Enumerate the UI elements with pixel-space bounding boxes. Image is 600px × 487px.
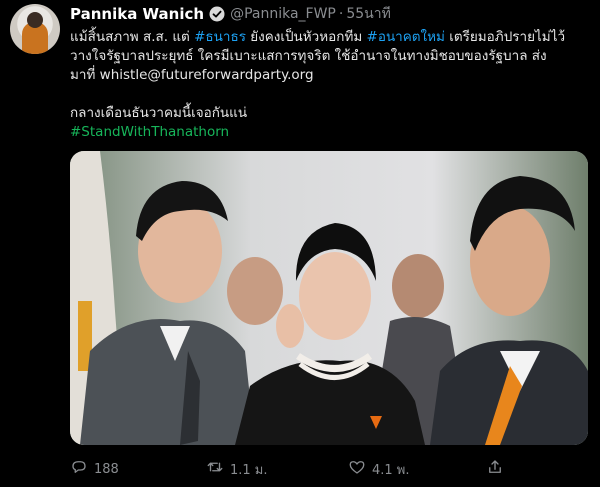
tweet-text: แม้สิ้นสภาพ ส.ส. แต่ #ธนาธร ยังคงเป็นหัว… [70,28,590,142]
separator-dot: · [338,6,344,22]
reply-count: 188 [94,461,119,477]
text-line-4: กลางเดือนธันวาคมนี้เจอกันแน่ [70,105,248,121]
verified-badge-icon [209,6,225,22]
text-line-2: วางใจรัฐบาลประยุทธ์ ใครมีเบาะแสการทุจริต… [70,48,547,64]
retweet-icon [206,458,224,480]
tweet-actions: 188 1.1 ม. 4.1 พ. [70,458,570,480]
text-line-3: มาที่ whistle@futureforwardparty.org [70,67,314,83]
text-segment: แม้สิ้นสภาพ ส.ส. แต่ [70,29,195,45]
retweet-button[interactable]: 1.1 ม. [206,458,268,480]
share-button[interactable] [486,458,504,480]
hashtag-link[interactable]: #StandWithThanathorn [70,124,229,140]
text-line-1: แม้สิ้นสภาพ ส.ส. แต่ #ธนาธร ยังคงเป็นหัว… [70,28,590,47]
author-name[interactable]: Pannika Wanich [70,5,204,23]
tweet-header: Pannika Wanich @Pannika_FWP · 55นาที [70,4,391,24]
like-button[interactable]: 4.1 พ. [348,458,410,480]
avatar[interactable] [10,4,60,54]
like-count: 4.1 พ. [372,462,410,478]
reply-button[interactable]: 188 [70,458,119,480]
share-icon [486,458,504,480]
retweet-count: 1.1 ม. [230,462,268,478]
tweet: Pannika Wanich @Pannika_FWP · 55นาที แม้… [0,0,600,487]
tweet-photo[interactable] [70,151,588,445]
text-segment: เตรียมอภิปรายไม่ไว้ [444,29,566,45]
hashtag-link[interactable]: #อนาคตใหม่ [367,29,445,45]
hashtag-link[interactable]: #ธนาธร [194,29,246,45]
author-handle[interactable]: @Pannika_FWP [230,6,336,22]
like-icon [348,458,366,480]
timestamp[interactable]: 55นาที [346,3,390,25]
reply-icon [70,458,88,480]
text-segment: ยังคงเป็นหัวหอกทีม [245,29,367,45]
